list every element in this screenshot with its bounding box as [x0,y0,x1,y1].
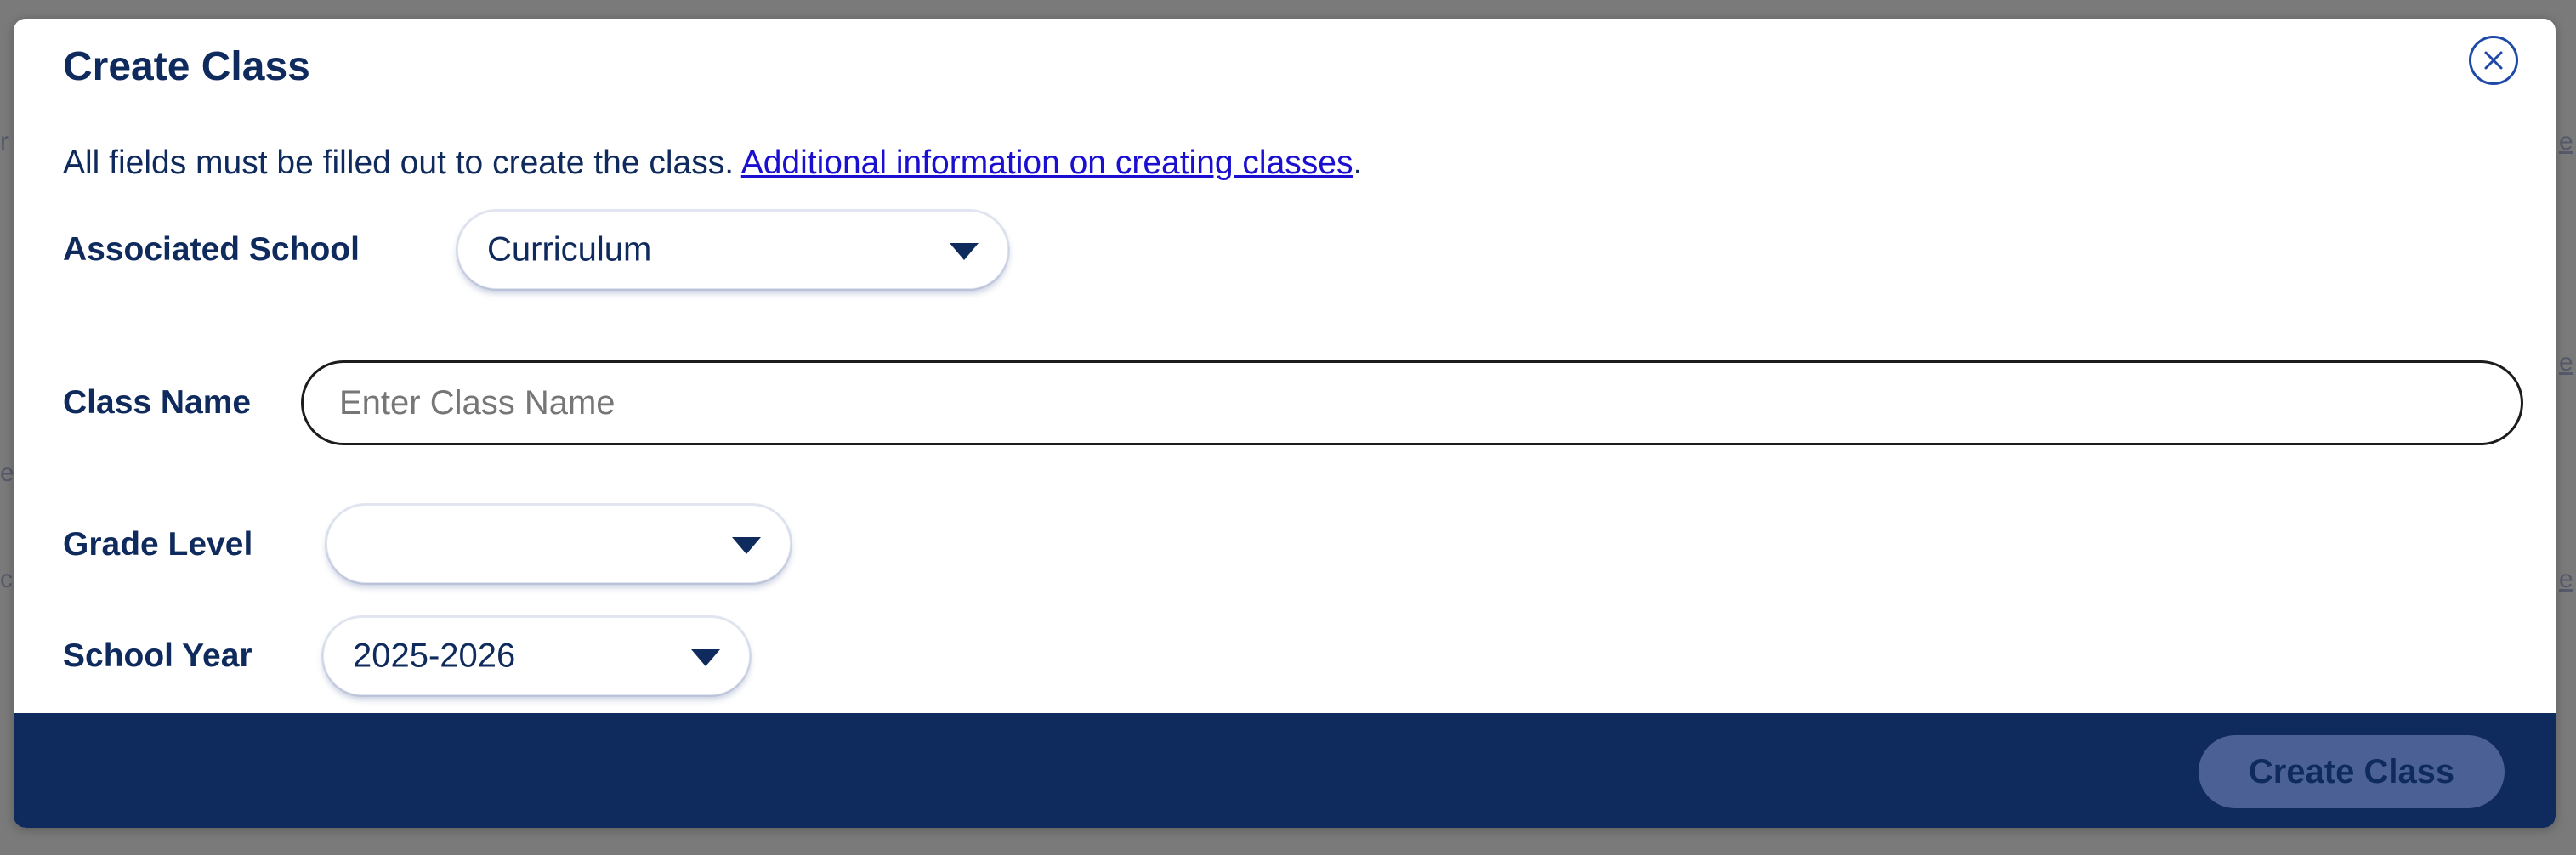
create-class-button[interactable]: Create Class [2199,735,2505,808]
class-name-label: Class Name [63,384,252,421]
school-year-select[interactable]: 2025-2026 [323,617,750,695]
background-page-fragment: e [2559,348,2573,377]
background-page-fragment: e [2559,565,2573,593]
chevron-down-icon [950,243,979,260]
close-icon [2484,51,2503,70]
modal-title: Create Class [63,44,310,89]
grade-level-select[interactable] [326,505,791,583]
background-page-fragment: r [0,127,9,156]
chevron-down-icon [732,537,761,554]
additional-info-link[interactable]: Additional information on creating class… [741,144,1353,181]
intro-sentence: All fields must be filled out to create … [63,144,741,181]
associated-school-select[interactable]: Curriculum [457,211,1008,289]
intro-text: All fields must be filled out to create … [63,144,1362,182]
associated-school-value: Curriculum [487,230,652,269]
class-name-input[interactable] [301,360,2523,445]
background-page-fragment: c [0,565,13,593]
grade-level-label: Grade Level [63,526,253,563]
create-class-modal: Create Class All fields must be filled o… [14,19,2556,828]
school-year-label: School Year [63,637,252,674]
close-button[interactable] [2469,36,2518,85]
intro-period: . [1353,144,1363,181]
chevron-down-icon [691,649,720,666]
background-page-fragment: e [2559,127,2573,156]
school-year-value: 2025-2026 [353,637,516,675]
associated-school-label: Associated School [63,231,360,268]
background-page-fragment: e [0,459,14,487]
modal-footer: Create Class [14,713,2556,828]
